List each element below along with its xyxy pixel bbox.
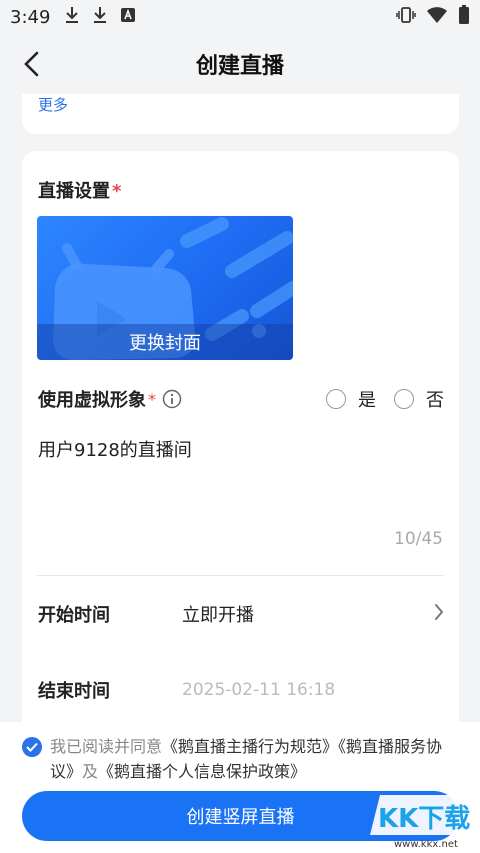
end-time-label: 结束时间 — [38, 681, 110, 702]
end-time-value: 2025-02-11 16:18 — [182, 680, 336, 700]
top-card: 更多 — [22, 94, 459, 134]
more-link[interactable]: 更多 — [38, 94, 68, 115]
radio-yes[interactable]: 是 — [326, 386, 376, 412]
download-icon — [64, 6, 80, 28]
chevron-left-icon — [24, 51, 39, 77]
required-mark: * — [148, 389, 156, 409]
required-mark: * — [112, 181, 122, 202]
agreement-link-privacy[interactable]: 《鹅直播个人信息保护政策》 — [98, 762, 306, 781]
agreement-row: 我已阅读并同意《鹅直播主播行为规范》《鹅直播服务协议》及《鹅直播个人信息保护政策… — [22, 734, 452, 784]
text-badge-icon — [120, 7, 136, 27]
agreement-prefix: 我已阅读并同意 — [50, 737, 163, 756]
check-icon — [26, 742, 38, 752]
change-cover-button[interactable]: 更换封面 — [37, 324, 293, 360]
start-time-value: 立即开播 — [182, 605, 254, 626]
cover-image[interactable]: 更换封面 — [37, 216, 293, 360]
agreement-link-conduct[interactable]: 《鹅直播主播行为规范》 — [162, 737, 338, 756]
start-time-row[interactable]: 开始时间 立即开播 — [38, 600, 444, 628]
svg-text:www.kkx.net: www.kkx.net — [394, 839, 458, 850]
info-icon[interactable] — [162, 389, 182, 409]
wifi-icon — [426, 6, 448, 28]
radio-no-label: 否 — [426, 390, 444, 411]
back-button[interactable] — [18, 50, 46, 78]
virtual-avatar-row: 使用虚拟形象 * 是 否 — [38, 385, 444, 413]
svg-text:KK下载: KK下载 — [378, 804, 470, 834]
status-time: 3:49 — [10, 6, 51, 28]
radio-circle[interactable] — [394, 389, 414, 409]
char-counter: 10/45 — [394, 529, 443, 549]
virtual-avatar-radio-group: 是 否 — [308, 386, 444, 412]
watermark-logo: KK下载 www.kkx.net — [360, 785, 480, 853]
radio-circle[interactable] — [326, 389, 346, 409]
section-title: 直播设置 * — [38, 177, 121, 203]
battery-icon — [458, 5, 470, 29]
virtual-avatar-label: 使用虚拟形象 — [38, 390, 146, 411]
divider — [37, 575, 444, 576]
room-name-input[interactable]: 用户9128的直播间 — [38, 436, 192, 462]
radio-yes-label: 是 — [358, 390, 376, 411]
status-bar: 3:49 — [0, 0, 480, 34]
page-title: 创建直播 — [195, 54, 284, 79]
agreement-checkbox[interactable] — [22, 737, 42, 757]
title-bar: 创建直播 — [0, 34, 480, 94]
start-time-label: 开始时间 — [38, 605, 110, 626]
live-settings-card: 直播设置 * 更换封面 使用虚拟形象 * 是 否 用户9128的直播间 10/4… — [22, 151, 459, 771]
radio-no[interactable]: 否 — [394, 386, 444, 412]
chevron-right-icon — [434, 603, 444, 625]
section-title-text: 直播设置 — [38, 181, 110, 202]
vibrate-icon — [396, 6, 416, 28]
agreement-joiner: 及 — [82, 762, 99, 781]
end-time-row[interactable]: 结束时间 2025-02-11 16:18 — [38, 676, 444, 704]
download-icon — [92, 6, 108, 28]
agreement-text: 我已阅读并同意《鹅直播主播行为规范》《鹅直播服务协议》及《鹅直播个人信息保护政策… — [50, 734, 452, 784]
